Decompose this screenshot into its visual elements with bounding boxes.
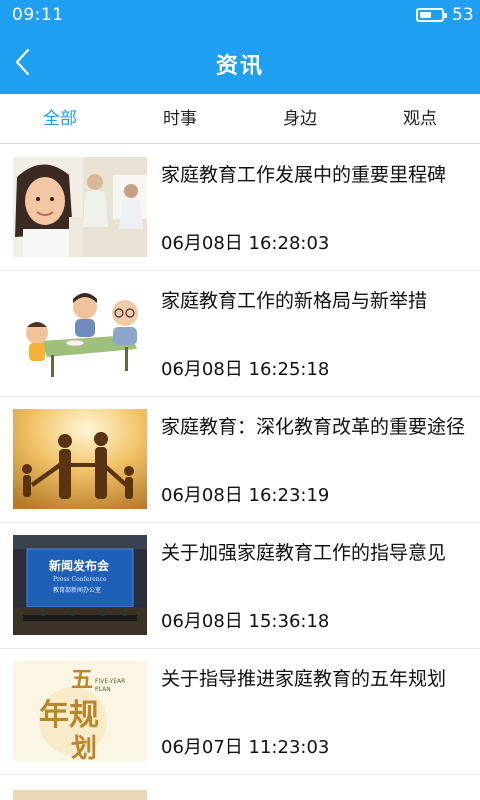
news-title[interactable]: 关于加强家庭教育工作的指导意见 [161, 541, 466, 566]
news-item[interactable]: 五 年规 划 FIVE-YEAR PLAN 关于指导推进家庭教育的五年规划 06… [0, 649, 480, 775]
news-time: 06月08日 15:36:18 [161, 611, 330, 632]
news-time: 06月08日 16:25:18 [161, 359, 330, 380]
news-title[interactable]: 家庭教育工作发展中的重要里程碑 [161, 163, 466, 188]
thumb-en-line2: PLAN [95, 686, 111, 693]
news-item[interactable]: 新闻发布会 Press Conference 教育部新闻办公室 关于加强家庭教育… [0, 523, 480, 649]
tab-all[interactable]: 全部 [0, 94, 120, 143]
tab-opinion[interactable]: 观点 [360, 94, 480, 143]
category-tabs: 全部 时事 身边 观点 [0, 94, 480, 144]
news-thumbnail: 新闻发布会 Press Conference 教育部新闻办公室 [13, 535, 147, 635]
status-bar: 09:11 53 [0, 0, 480, 30]
battery-icon [416, 8, 447, 22]
news-thumbnail [13, 157, 147, 257]
news-item[interactable]: 家庭教育工作的新格局与新举措 06月08日 16:25:18 [0, 271, 480, 397]
thumb-banner-text: 新闻发布会 [49, 558, 110, 573]
thumb-char-mid: 年规 [39, 698, 99, 733]
news-title[interactable]: 关于指导推进家庭教育的五年规划 [161, 667, 466, 692]
thumb-office-text: 教育部新闻办公室 [53, 586, 101, 594]
page-title: 资讯 [215, 54, 264, 79]
news-list: 家庭教育工作发展中的重要里程碑 06月08日 16:28:03 家庭教育工作的新… [0, 145, 480, 775]
news-thumbnail [13, 409, 147, 509]
news-thumbnail-partial [13, 790, 147, 800]
news-item[interactable]: 家庭教育：深化教育改革的重要途径 06月08日 16:23:19 [0, 397, 480, 523]
thumb-char-top: 五 [71, 667, 93, 693]
news-title[interactable]: 家庭教育：深化教育改革的重要途径 [161, 415, 466, 440]
news-time: 06月07日 11:23:03 [161, 737, 330, 758]
news-time: 06月08日 16:28:03 [161, 233, 330, 254]
status-time: 09:11 [12, 5, 64, 25]
news-thumbnail [13, 283, 147, 383]
thumb-en-line1: FIVE-YEAR [95, 678, 125, 685]
news-thumbnail: 五 年规 划 FIVE-YEAR PLAN [13, 661, 147, 761]
battery-fill [420, 12, 431, 18]
battery-level: 53 [452, 5, 474, 25]
tab-nearby[interactable]: 身边 [240, 94, 360, 143]
tab-current-affairs[interactable]: 时事 [120, 94, 240, 143]
thumb-sub-text: Press Conference [53, 576, 107, 583]
app-header: 资讯 [0, 30, 480, 94]
news-item[interactable]: 家庭教育工作发展中的重要里程碑 06月08日 16:28:03 [0, 145, 480, 271]
news-time: 06月08日 16:23:19 [161, 485, 330, 506]
thumb-char-bottom: 划 [71, 734, 97, 761]
news-title[interactable]: 家庭教育工作的新格局与新举措 [161, 289, 466, 314]
